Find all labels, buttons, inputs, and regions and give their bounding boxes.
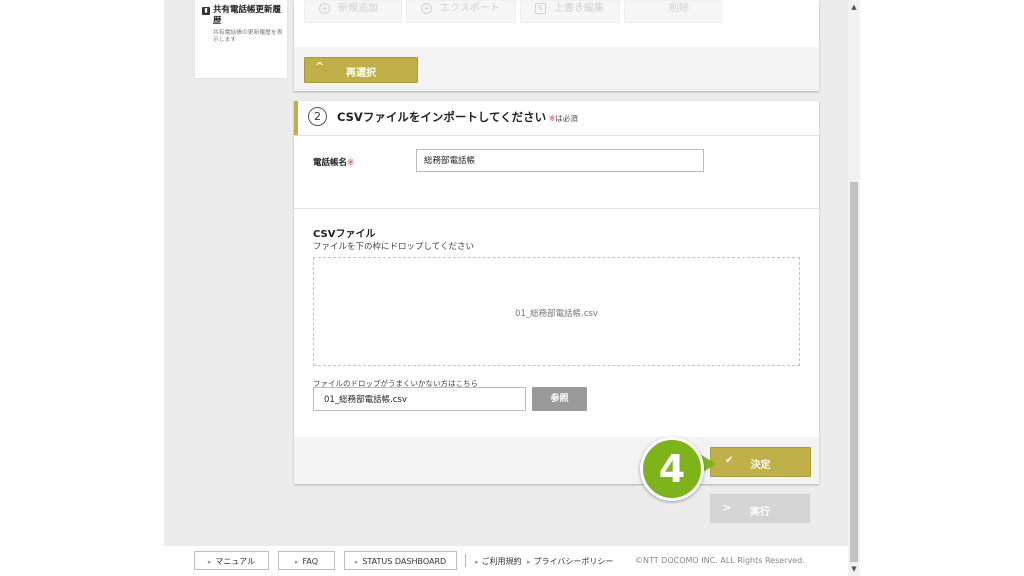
reselect-button[interactable]: ^ 再選択: [304, 57, 418, 83]
scrollbar-thumb[interactable]: [850, 182, 858, 562]
footer-divider: [465, 554, 466, 567]
scrollbar[interactable]: ▲ ▼: [848, 0, 860, 576]
export-icon: +: [421, 2, 432, 14]
bullet-icon: ▸: [354, 558, 359, 566]
edit-button-label: 上書き編集: [554, 3, 604, 14]
step-callout-marker: 4: [640, 437, 704, 501]
footer-terms-label: ご利用規約: [481, 557, 522, 566]
footer-terms-link[interactable]: ▸ ご利用規約: [475, 556, 522, 567]
required-mark: ※: [347, 158, 355, 168]
copyright: ©NTT DOCOMO INC. ALL Rights Reserved.: [635, 556, 805, 565]
scroll-up-icon[interactable]: ▲: [848, 0, 860, 14]
phonebook-name-input[interactable]: 総務部電話帳: [416, 149, 704, 172]
panel-action-bar: ✔ 決定: [294, 437, 819, 484]
run-label: 実行: [750, 507, 770, 518]
step-number: 2: [308, 107, 327, 126]
csv-section-title: CSVファイル: [313, 229, 376, 240]
delete-button[interactable]: 削除: [624, 0, 722, 23]
bullet-icon: ▸: [475, 558, 479, 566]
bullet-icon: ▸: [207, 558, 212, 566]
footer-status-button[interactable]: ▸ STATUS DASHBOARD: [344, 551, 457, 570]
phonebook-icon: ▮: [202, 7, 210, 15]
bullet-icon: ▸: [294, 558, 299, 566]
divider: [294, 208, 819, 209]
file-dropzone[interactable]: 01_総務部電話帳.csv: [313, 257, 800, 366]
csv-import-panel: 2 CSVファイルをインポートしてください ※は必須 電話帳名※ 総務部電話帳 …: [294, 101, 819, 484]
browse-button[interactable]: 参照: [532, 387, 587, 411]
sidebar-item-history[interactable]: ▮ 共有電話帳更新履歴 共有電話帳の更新履歴を表示します: [194, 0, 288, 79]
phonebook-name-label: 電話帳名※: [313, 156, 354, 168]
bullet-icon: ▸: [527, 558, 531, 566]
dropped-file-name: 01_総務部電話帳.csv: [515, 309, 598, 319]
sidebar-item-description: 共有電話帳の更新履歴を表示します: [213, 30, 283, 43]
file-path-field[interactable]: 01_総務部電話帳.csv: [313, 387, 526, 411]
edit-button[interactable]: ✎ 上書き編集: [520, 0, 620, 23]
plus-icon: +: [319, 2, 330, 14]
reselect-label: 再選択: [346, 68, 376, 79]
export-button[interactable]: + エクスポート: [406, 0, 516, 23]
phonebook-name-label-text: 電話帳名: [313, 158, 348, 168]
required-note-text: は必須: [555, 114, 578, 123]
footer-faq-label: FAQ: [302, 557, 319, 566]
footer-privacy-link[interactable]: ▸ プライバシーポリシー: [527, 556, 613, 567]
scroll-down-icon[interactable]: ▼: [848, 562, 860, 576]
footer-manual-label: マニュアル: [215, 557, 256, 566]
panel-header: 2 CSVファイルをインポートしてください ※は必須: [294, 101, 819, 136]
header-accent: [294, 101, 298, 135]
run-button[interactable]: > 実行: [710, 494, 810, 523]
add-button-label: 新規追加: [338, 3, 378, 14]
delete-button-label: 削除: [669, 3, 689, 14]
phonebook-select-panel: + 新規追加 + エクスポート ✎ 上書き編集 削除 ^ 再選択: [294, 0, 819, 91]
footer-manual-button[interactable]: ▸ マニュアル: [194, 551, 269, 570]
panel-title: CSVファイルをインポートしてください: [337, 110, 547, 124]
required-note: ※は必須: [549, 113, 578, 124]
csv-instruction: ファイルを下の枠にドロップしてください: [313, 242, 474, 252]
decide-label: 決定: [750, 460, 771, 471]
sidebar-item-label: 共有電話帳更新履歴: [213, 5, 282, 26]
add-button[interactable]: + 新規追加: [304, 0, 402, 23]
footer-privacy-label: プライバシーポリシー: [533, 557, 614, 566]
footer-faq-button[interactable]: ▸ FAQ: [278, 551, 335, 570]
panel-action-bar: ^ 再選択: [294, 47, 819, 91]
export-button-label: エクスポート: [440, 3, 500, 14]
decide-button[interactable]: ✔ 決定: [710, 447, 811, 477]
edit-icon: ✎: [535, 2, 546, 14]
footer-status-label: STATUS DASHBOARD: [362, 557, 447, 566]
